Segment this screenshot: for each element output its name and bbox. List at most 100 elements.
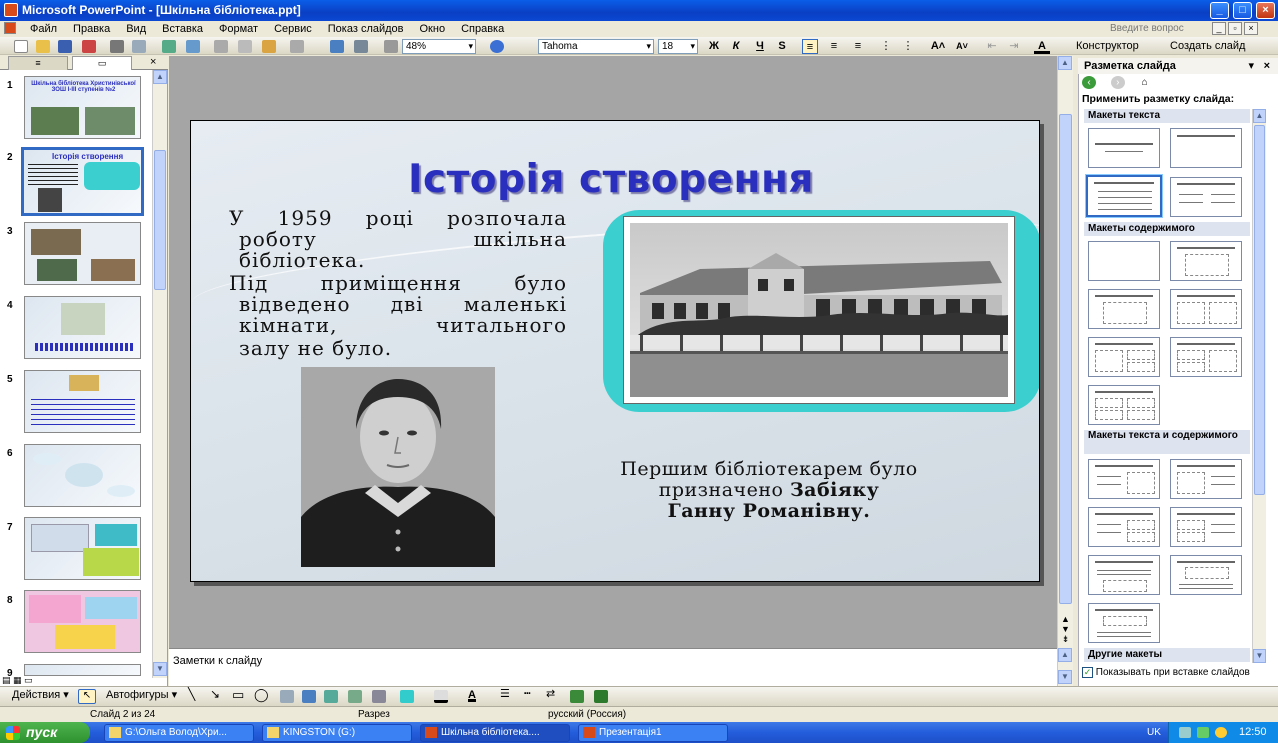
align-center-button[interactable]: ≡ xyxy=(826,39,842,54)
show-on-insert-row[interactable]: ✓ Показывать при вставке слайдов xyxy=(1082,666,1276,680)
clipart-icon[interactable] xyxy=(348,690,362,703)
powerpoint-app-icon[interactable] xyxy=(4,3,18,17)
permission-icon[interactable] xyxy=(82,40,96,53)
open-icon[interactable] xyxy=(36,40,50,53)
zoom-select[interactable]: 48% xyxy=(402,39,476,54)
font-size-select[interactable]: 18 xyxy=(658,39,698,54)
scroll-up-icon[interactable]: ▲ xyxy=(1058,56,1072,70)
menu-insert[interactable]: Вставка xyxy=(154,22,211,36)
line-tool-icon[interactable]: ╲ xyxy=(188,688,195,701)
slide-thumbnail-6[interactable] xyxy=(24,444,141,507)
home-icon[interactable]: ⌂ xyxy=(1142,76,1156,89)
cut-icon[interactable] xyxy=(214,40,228,53)
taskbar-item-kingston[interactable]: KINGSTON (G:) xyxy=(262,724,412,742)
select-pointer-icon[interactable]: ↖ xyxy=(78,689,96,704)
menu-window[interactable]: Окно xyxy=(412,22,454,36)
notes-pane[interactable]: Заметки к слайду xyxy=(169,648,1057,686)
decrease-font-icon[interactable]: A˅ xyxy=(954,39,970,54)
font-select[interactable]: Tahoma xyxy=(538,39,654,54)
align-right-button[interactable]: ≡ xyxy=(850,39,866,54)
help-question-input[interactable]: Введите вопрос xyxy=(1110,22,1202,36)
doc-minimize-icon[interactable]: _ xyxy=(1212,22,1226,35)
layout-two-content[interactable] xyxy=(1170,289,1242,329)
layout-title-text-over-content[interactable] xyxy=(1088,555,1160,595)
rectangle-tool-icon[interactable]: ▭ xyxy=(232,688,244,701)
prev-next-slide-icon[interactable]: ▲ ▼ ⇟ xyxy=(1058,614,1073,644)
diagram-icon[interactable] xyxy=(324,690,338,703)
task-pane-menu-icon[interactable]: ▾ xyxy=(1248,58,1254,74)
oval-tool-icon[interactable]: ◯ xyxy=(254,688,269,701)
layout-two-content-text[interactable] xyxy=(1170,507,1242,547)
slide-thumbnail-7[interactable] xyxy=(24,517,141,580)
taskbar-item-explorer[interactable]: G:\Ольга Волод\Хри... xyxy=(104,724,254,742)
designer-button[interactable]: Конструктор xyxy=(1076,40,1139,53)
format-painter-icon[interactable] xyxy=(262,40,276,53)
fill-color-icon[interactable] xyxy=(400,690,414,703)
bullets-icon[interactable]: ⋮ xyxy=(900,39,916,54)
3d-style-icon[interactable] xyxy=(594,690,608,703)
taskbar-item-powerpoint[interactable]: Шкільна бібліотека.... xyxy=(420,724,570,742)
spelling-icon[interactable] xyxy=(162,40,176,53)
usb-icon[interactable] xyxy=(1197,727,1209,738)
undo-icon[interactable] xyxy=(290,40,304,53)
menu-help[interactable]: Справка xyxy=(453,22,512,36)
picture-icon[interactable] xyxy=(372,690,386,703)
autoshapes-menu[interactable]: Автофигуры ▾ xyxy=(106,689,177,702)
font-color-icon[interactable]: A xyxy=(468,689,476,702)
dash-style-icon[interactable]: ┅ xyxy=(524,688,531,701)
tab-slides[interactable]: ▭ xyxy=(72,56,132,70)
bold-button[interactable]: Ж xyxy=(706,39,722,54)
forward-icon[interactable]: › xyxy=(1110,76,1125,89)
layout-title-text[interactable] xyxy=(1085,174,1163,218)
minimize-icon[interactable]: _ xyxy=(1210,2,1229,19)
network-icon[interactable] xyxy=(1179,727,1191,738)
view-buttons[interactable]: ▤ ▦ ▭ xyxy=(2,675,62,685)
layout-text-content[interactable] xyxy=(1088,459,1160,499)
new-icon[interactable] xyxy=(14,40,28,53)
layout-title-content[interactable] xyxy=(1088,289,1160,329)
slide-thumbnail-4[interactable] xyxy=(24,296,141,359)
scroll-up-icon[interactable]: ▲ xyxy=(1058,648,1072,662)
slide-canvas[interactable]: Історія створення У 1959 році розпочала … xyxy=(190,120,1040,582)
scroll-down-icon[interactable]: ▼ xyxy=(1253,649,1266,663)
close-pane-icon[interactable]: × xyxy=(150,56,156,68)
increase-indent-icon[interactable]: ⇥ xyxy=(1006,39,1022,54)
scroll-thumb[interactable] xyxy=(154,150,166,290)
slide-thumbnail-3[interactable] xyxy=(24,222,141,285)
line-color-icon[interactable] xyxy=(434,690,448,703)
slide-thumbnail-1[interactable]: Шкільна бібліотека Христинівської ЗОШ І-… xyxy=(24,76,141,139)
scroll-up-icon[interactable]: ▲ xyxy=(153,70,167,84)
layout-blank[interactable] xyxy=(1088,241,1160,281)
slide-title[interactable]: Історія створення xyxy=(371,157,851,202)
textbox-icon[interactable] xyxy=(280,690,294,703)
layout-text-two-content[interactable] xyxy=(1088,507,1160,547)
slide-thumbnail-2[interactable]: Історія створення xyxy=(21,147,144,216)
numbering-icon[interactable]: ⋮ xyxy=(878,39,894,54)
layout-content-over-text[interactable] xyxy=(1170,555,1242,595)
arrow-tool-icon[interactable]: ↘ xyxy=(210,688,220,701)
task-pane-close-icon[interactable]: × xyxy=(1264,58,1270,74)
print-preview-icon[interactable] xyxy=(132,40,146,53)
increase-font-icon[interactable]: A˄ xyxy=(930,39,946,54)
layout-content-three[interactable] xyxy=(1088,337,1160,377)
layout-content-text[interactable] xyxy=(1170,459,1242,499)
print-icon[interactable] xyxy=(110,40,124,53)
decrease-indent-icon[interactable]: ⇤ xyxy=(984,39,1000,54)
notes-scrollbar[interactable]: ▲ ▼ xyxy=(1057,648,1073,686)
maximize-icon[interactable]: □ xyxy=(1233,2,1252,19)
menu-tools[interactable]: Сервис xyxy=(266,22,320,36)
save-icon[interactable] xyxy=(58,40,72,53)
doc-close-icon[interactable]: × xyxy=(1244,22,1258,35)
scroll-thumb[interactable] xyxy=(1254,125,1265,495)
close-icon[interactable]: × xyxy=(1256,2,1275,19)
align-left-button[interactable]: ≡ xyxy=(802,39,818,54)
line-style-icon[interactable]: ☰ xyxy=(500,688,510,701)
insert-table-icon[interactable] xyxy=(354,40,368,53)
doc-restore-icon[interactable]: ▫ xyxy=(1228,22,1242,35)
menu-file[interactable]: Файл xyxy=(22,22,65,36)
slide-thumbnail-8[interactable] xyxy=(24,590,141,653)
help-icon[interactable] xyxy=(490,40,504,53)
layout-title-slide[interactable] xyxy=(1088,128,1160,168)
language-indicator[interactable]: UK xyxy=(1147,722,1161,743)
start-button[interactable]: пуск xyxy=(0,722,90,743)
